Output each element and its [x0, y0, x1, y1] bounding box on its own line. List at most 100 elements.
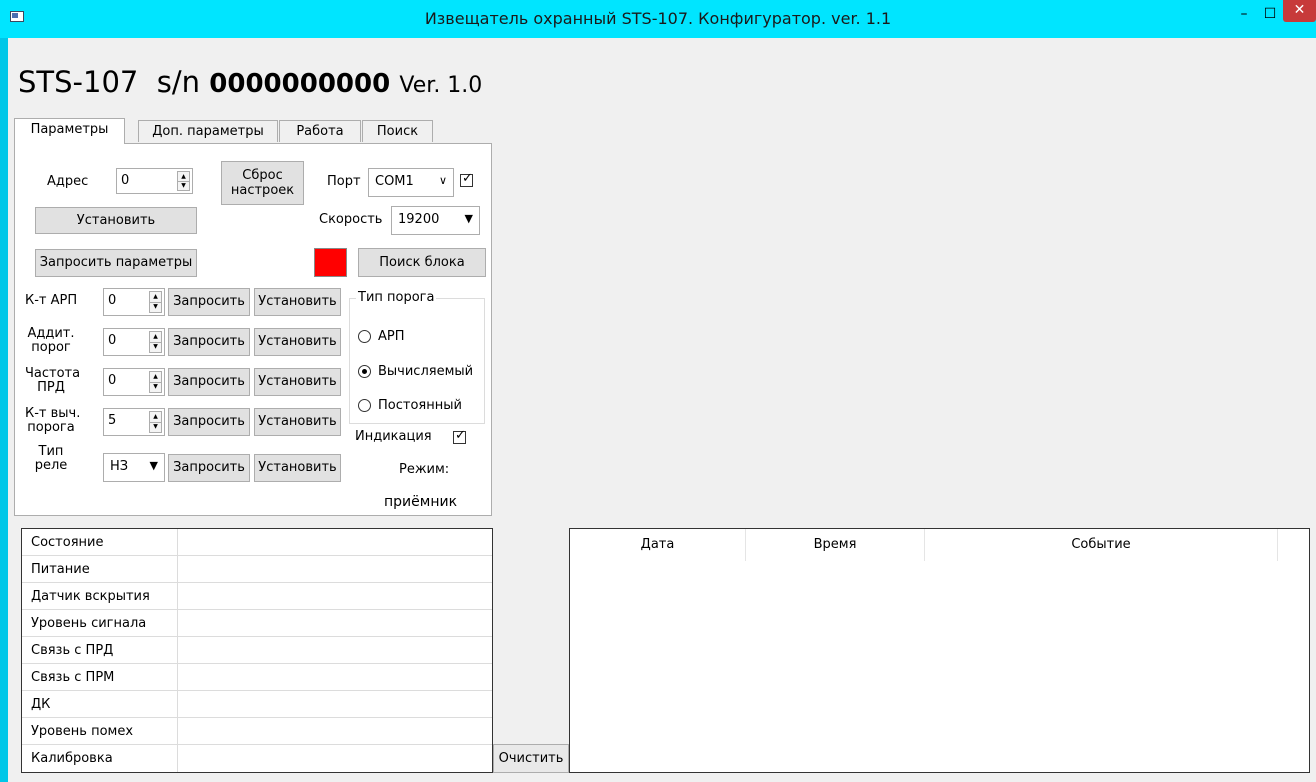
column-divider: [177, 664, 178, 691]
radio-arp-label[interactable]: АРП: [378, 329, 405, 344]
tab-parameters[interactable]: Параметры: [14, 118, 125, 144]
threshold-type-group: Тип порога АРП Вычисляемый Постоянный: [349, 290, 485, 424]
set-button[interactable]: Установить: [254, 368, 341, 396]
status-key: Уровень сигнала: [31, 616, 147, 631]
request-parameters-button[interactable]: Запросить параметры: [35, 249, 197, 277]
relay-label-line1: Тип: [38, 444, 64, 459]
spin-down-icon[interactable]: ▼: [150, 422, 161, 432]
mode-label: Режим:: [399, 462, 450, 477]
column-divider: [177, 637, 178, 664]
port-checkbox[interactable]: [460, 171, 473, 187]
indication-label: Индикация: [355, 429, 432, 444]
param-value[interactable]: 0: [108, 333, 116, 348]
set-button[interactable]: Установить: [254, 288, 341, 316]
reset-label-line2: настроек: [230, 183, 295, 198]
minimize-button[interactable]: –: [1231, 0, 1257, 30]
main-window: Извещатель охранный STS-107. Конфигурато…: [0, 0, 1316, 782]
status-key: Связь с ПРД: [31, 643, 114, 658]
tab-search[interactable]: Поиск: [362, 120, 433, 142]
status-row: Уровень помех: [22, 718, 492, 745]
param-spinbox[interactable]: 0 ▲ ▼: [103, 288, 165, 316]
set-button[interactable]: Установить: [254, 408, 341, 436]
tab-extra-parameters[interactable]: Доп. параметры: [138, 120, 278, 142]
spin-arrows[interactable]: ▲ ▼: [149, 371, 162, 393]
speed-value: 19200: [398, 212, 440, 227]
maximize-button[interactable]: ☐: [1257, 0, 1283, 30]
spin-arrows[interactable]: ▲ ▼: [149, 291, 162, 313]
radio-constant[interactable]: [358, 399, 371, 412]
spin-down-icon[interactable]: ▼: [150, 342, 161, 352]
spin-down-icon[interactable]: ▼: [178, 181, 189, 190]
param-value[interactable]: 0: [108, 373, 116, 388]
firmware-version: Ver. 1.0: [399, 73, 483, 98]
find-block-button[interactable]: Поиск блока: [358, 248, 486, 277]
status-row: Уровень сигнала: [22, 610, 492, 637]
chevron-down-icon: ▼: [149, 459, 158, 472]
request-button[interactable]: Запросить: [168, 454, 250, 482]
indication-checkbox[interactable]: [453, 428, 466, 444]
column-event[interactable]: Событие: [925, 529, 1278, 561]
status-key: Состояние: [31, 535, 104, 550]
spin-arrows[interactable]: ▲ ▼: [149, 411, 162, 433]
set-button[interactable]: Установить: [254, 328, 341, 356]
mode-value: приёмник: [384, 494, 458, 510]
clear-button[interactable]: Очистить: [493, 744, 569, 773]
request-button[interactable]: Запросить: [168, 328, 250, 356]
param-spinbox[interactable]: 5 ▲ ▼: [103, 408, 165, 436]
title-bar[interactable]: Извещатель охранный STS-107. Конфигурато…: [0, 0, 1316, 38]
device-model: STS-107: [18, 65, 139, 99]
address-label: Адрес: [47, 174, 89, 189]
relay-type-value: НЗ: [110, 459, 129, 474]
set-address-button[interactable]: Установить: [35, 207, 197, 234]
status-row: Связь с ПРД: [22, 637, 492, 664]
threshold-type-title: Тип порога: [356, 290, 437, 305]
speed-label: Скорость: [319, 212, 383, 227]
spin-arrows[interactable]: ▲ ▼: [149, 331, 162, 353]
param-label-line: порога: [27, 420, 75, 435]
parameters-panel: Адрес 0 ▲▼ Сброс настроек Порт COM1 ∨ Ус…: [14, 143, 492, 516]
column-divider: [177, 529, 178, 556]
device-header: STS-107 s/n 0000000000 Ver. 1.0: [18, 65, 482, 99]
param-value[interactable]: 5: [108, 413, 116, 428]
reset-label-line1: Сброс: [242, 168, 283, 183]
address-value[interactable]: 0: [121, 173, 129, 188]
spin-down-icon[interactable]: ▼: [150, 302, 161, 312]
param-spinbox[interactable]: 0 ▲ ▼: [103, 368, 165, 396]
chevron-down-icon: ▼: [464, 212, 473, 225]
serial-label: s/n: [156, 65, 201, 99]
column-date[interactable]: Дата: [570, 529, 746, 561]
window-title: Извещатель охранный STS-107. Конфигурато…: [424, 9, 892, 28]
serial-number: 0000000000: [209, 69, 391, 99]
status-row: Состояние: [22, 529, 492, 556]
param-label-line: К-т выч.: [25, 406, 81, 421]
status-row: Питание: [22, 556, 492, 583]
param-label-line: порог: [31, 340, 71, 355]
relay-type-label: Тип реле: [25, 445, 77, 473]
port-combobox[interactable]: COM1 ∨: [368, 168, 454, 197]
close-button[interactable]: ✕: [1283, 0, 1316, 22]
chevron-down-icon: ∨: [438, 174, 447, 187]
relay-type-combobox[interactable]: НЗ ▼: [103, 453, 165, 482]
param-label: Частота ПРД: [25, 367, 80, 395]
status-key: Датчик вскрытия: [31, 589, 150, 604]
radio-calculated[interactable]: [358, 365, 371, 378]
reset-settings-button[interactable]: Сброс настроек: [221, 161, 304, 205]
column-time[interactable]: Время: [746, 529, 925, 561]
status-led: [314, 248, 347, 277]
param-spinbox[interactable]: 0 ▲ ▼: [103, 328, 165, 356]
address-spinbox[interactable]: 0 ▲ ▼: [116, 168, 193, 194]
request-button[interactable]: Запросить: [168, 408, 250, 436]
radio-calculated-label[interactable]: Вычисляемый: [378, 364, 473, 379]
spin-down-icon[interactable]: ▼: [150, 382, 161, 392]
speed-combobox[interactable]: 19200 ▼: [391, 206, 480, 235]
param-value[interactable]: 0: [108, 293, 116, 308]
radio-constant-label[interactable]: Постоянный: [378, 398, 462, 413]
request-button[interactable]: Запросить: [168, 368, 250, 396]
column-divider: [177, 745, 178, 772]
tab-work[interactable]: Работа: [279, 120, 361, 142]
set-button[interactable]: Установить: [254, 454, 341, 482]
param-label-line: Аддит.: [27, 326, 75, 341]
request-button[interactable]: Запросить: [168, 288, 250, 316]
radio-arp[interactable]: [358, 330, 371, 343]
spin-arrows[interactable]: ▲ ▼: [177, 171, 190, 191]
